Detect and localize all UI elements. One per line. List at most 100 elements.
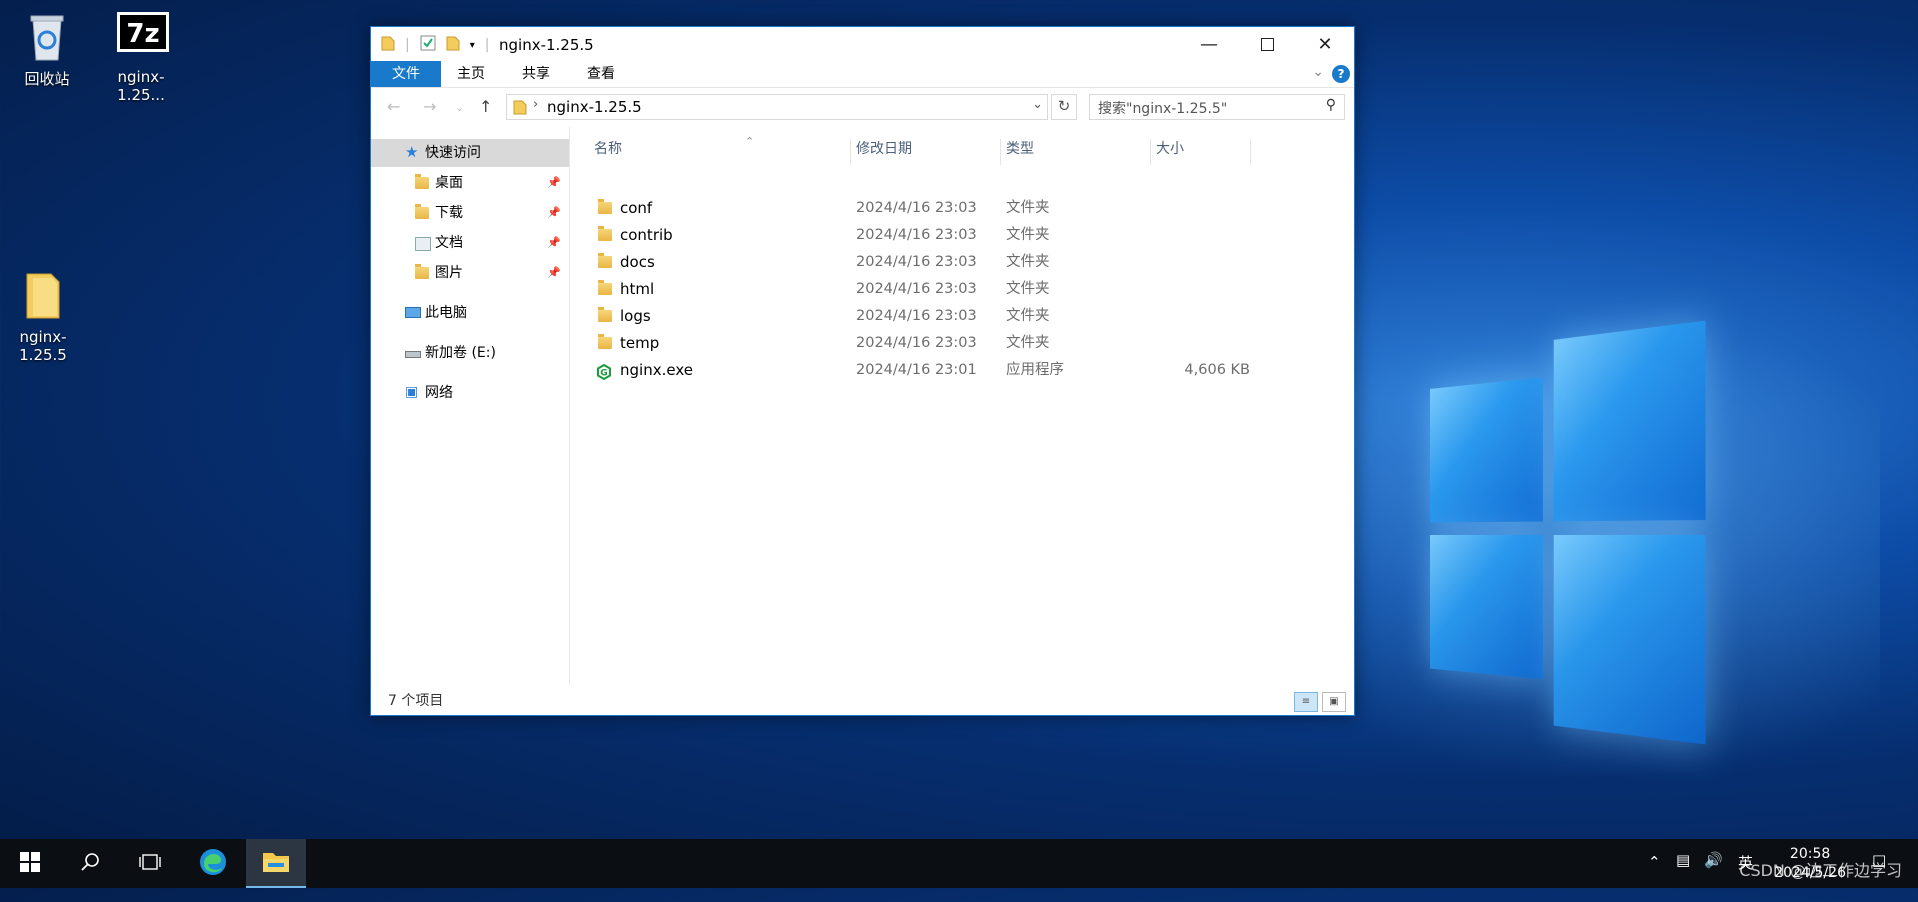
- file-name: html: [620, 280, 655, 298]
- file-date: 2024/4/16 23:01: [856, 362, 977, 378]
- address-dropdown-chevron-icon[interactable]: ⌄: [1032, 97, 1043, 112]
- address-toolbar: ← → ⌄ ↑ › nginx-1.25.5 ⌄ ↻ 搜索"nginx-1.25…: [371, 87, 1354, 127]
- recent-locations-chevron-icon[interactable]: ⌄: [455, 101, 464, 114]
- task-view-button[interactable]: [120, 839, 180, 888]
- maximize-button[interactable]: [1238, 27, 1296, 61]
- edge-browser-icon: [198, 847, 228, 881]
- file-explorer-window: | ▾ | nginx-1.25.5 — ✕ 文件 主页 共享 查看 ⌄ ? ←…: [370, 26, 1355, 716]
- nav-item-label: 图片: [435, 265, 463, 281]
- search-box[interactable]: 搜索"nginx-1.25.5" ⚲: [1089, 94, 1345, 120]
- pin-icon[interactable]: 📌: [547, 259, 561, 287]
- download-folder-icon: [415, 204, 429, 219]
- folder-icon: [598, 280, 612, 295]
- nav-item-label: 快速访问: [425, 145, 481, 161]
- table-row[interactable]: docs 2024/4/16 23:03 文件夹: [570, 249, 1354, 276]
- desktop-folder-icon: [415, 174, 429, 189]
- tab-file[interactable]: 文件: [371, 61, 441, 87]
- nav-item-label: 桌面: [435, 175, 463, 191]
- back-arrow-icon[interactable]: ←: [387, 97, 400, 116]
- edge-taskbar-button[interactable]: [183, 839, 243, 888]
- file-date: 2024/4/16 23:03: [856, 335, 977, 351]
- table-row[interactable]: G nginx.exe 2024/4/16 23:01 应用程序 4,606 K…: [570, 357, 1354, 384]
- show-hidden-icons-chevron-icon[interactable]: ⌃: [1648, 853, 1661, 902]
- column-divider[interactable]: [1250, 139, 1251, 165]
- nav-item-network[interactable]: ▣ 网络: [371, 379, 569, 407]
- desktop-icon-label: 回收站: [24, 70, 70, 88]
- search-icon[interactable]: ⚲: [1326, 97, 1336, 113]
- table-row[interactable]: temp 2024/4/16 23:03 文件夹: [570, 330, 1354, 357]
- new-folder-icon[interactable]: [446, 35, 460, 55]
- network-icon: ▣: [405, 384, 419, 400]
- file-name: logs: [620, 307, 651, 325]
- file-size: 4,606 KB: [1184, 362, 1250, 378]
- details-view-icon[interactable]: ≡: [1294, 692, 1318, 712]
- minimize-button[interactable]: —: [1180, 27, 1238, 61]
- breadcrumb-current[interactable]: nginx-1.25.5: [547, 98, 642, 116]
- refresh-icon[interactable]: ↻: [1051, 94, 1077, 120]
- large-icons-view-icon[interactable]: ▣: [1322, 692, 1346, 712]
- column-header-size[interactable]: 大小: [1156, 127, 1184, 169]
- nav-item-desktop[interactable]: 桌面 📌: [371, 169, 569, 197]
- column-divider[interactable]: [1000, 139, 1001, 165]
- table-row[interactable]: logs 2024/4/16 23:03 文件夹: [570, 303, 1354, 330]
- tab-share[interactable]: 共享: [506, 61, 566, 87]
- column-header-date[interactable]: 修改日期: [856, 127, 912, 169]
- csdn-watermark: CSDN @边工作边学习: [1739, 861, 1902, 880]
- tab-home[interactable]: 主页: [441, 61, 501, 87]
- nav-item-label: 下载: [435, 205, 463, 221]
- file-name: nginx.exe: [620, 361, 693, 379]
- file-date: 2024/4/16 23:03: [856, 308, 977, 324]
- column-divider[interactable]: [850, 139, 851, 165]
- column-header-name[interactable]: 名称: [594, 127, 622, 169]
- item-count: 7 个项目: [388, 693, 444, 709]
- nav-item-label: 文档: [435, 235, 463, 251]
- window-title: nginx-1.25.5: [499, 36, 594, 54]
- table-row[interactable]: html 2024/4/16 23:03 文件夹: [570, 276, 1354, 303]
- file-date: 2024/4/16 23:03: [856, 281, 977, 297]
- column-header-type[interactable]: 类型: [1006, 127, 1034, 169]
- start-button[interactable]: [0, 839, 60, 888]
- nav-item-downloads[interactable]: 下载 📌: [371, 199, 569, 227]
- sort-ascending-icon: ⌃: [745, 135, 755, 148]
- table-row[interactable]: conf 2024/4/16 23:03 文件夹: [570, 195, 1354, 222]
- column-divider[interactable]: [1150, 139, 1151, 165]
- properties-icon[interactable]: [420, 35, 436, 55]
- customize-toolbar-icon[interactable]: ▾: [470, 40, 475, 51]
- table-row[interactable]: contrib 2024/4/16 23:03 文件夹: [570, 222, 1354, 249]
- quick-access-toolbar: | ▾ |: [381, 35, 489, 55]
- search-button[interactable]: [60, 839, 120, 888]
- navigation-pane: ★ 快速访问 桌面 📌 下载 📌 文档 📌 图片 📌 此电脑 新加卷 (E:) …: [371, 127, 570, 685]
- 7zip-archive-icon: 7z: [117, 10, 169, 62]
- forward-arrow-icon[interactable]: →: [423, 97, 436, 116]
- title-bar[interactable]: | ▾ | nginx-1.25.5 — ✕: [371, 27, 1354, 61]
- nav-item-quick-access[interactable]: ★ 快速访问: [371, 139, 569, 167]
- desktop-icon-nginx-folder[interactable]: nginx-1.25.5: [0, 270, 88, 364]
- file-explorer-icon: [262, 849, 290, 877]
- folder-icon: [513, 99, 527, 119]
- drive-icon: [405, 351, 421, 358]
- help-icon[interactable]: ?: [1332, 65, 1350, 83]
- volume-icon[interactable]: 🔊: [1704, 851, 1723, 900]
- documents-folder-icon: [415, 237, 431, 251]
- breadcrumb-chevron-icon[interactable]: ›: [533, 97, 538, 112]
- pin-icon[interactable]: 📌: [547, 169, 561, 197]
- nav-item-documents[interactable]: 文档 📌: [371, 229, 569, 257]
- file-explorer-taskbar-button[interactable]: [246, 839, 306, 888]
- desktop-icon-recycle-bin[interactable]: 回收站: [2, 10, 92, 89]
- pin-icon[interactable]: 📌: [547, 199, 561, 227]
- network-status-icon[interactable]: ▤: [1676, 851, 1690, 900]
- tab-view[interactable]: 查看: [571, 61, 631, 87]
- up-arrow-icon[interactable]: ↑: [479, 97, 492, 116]
- pin-icon[interactable]: 📌: [547, 229, 561, 257]
- file-type: 文件夹: [1006, 254, 1050, 270]
- nav-item-pictures[interactable]: 图片 📌: [371, 259, 569, 287]
- nav-item-label: 网络: [425, 385, 453, 401]
- folder-icon: [598, 226, 612, 241]
- pictures-folder-icon: [415, 264, 429, 279]
- close-button[interactable]: ✕: [1296, 27, 1354, 61]
- address-bar[interactable]: › nginx-1.25.5 ⌄: [506, 94, 1048, 120]
- desktop-icon-7z-archive[interactable]: 7z nginx-1.25...: [96, 10, 186, 104]
- nav-item-drive-e[interactable]: 新加卷 (E:): [371, 339, 569, 367]
- ribbon-expand-chevron-icon[interactable]: ⌄: [1312, 64, 1324, 80]
- nav-item-this-pc[interactable]: 此电脑: [371, 299, 569, 327]
